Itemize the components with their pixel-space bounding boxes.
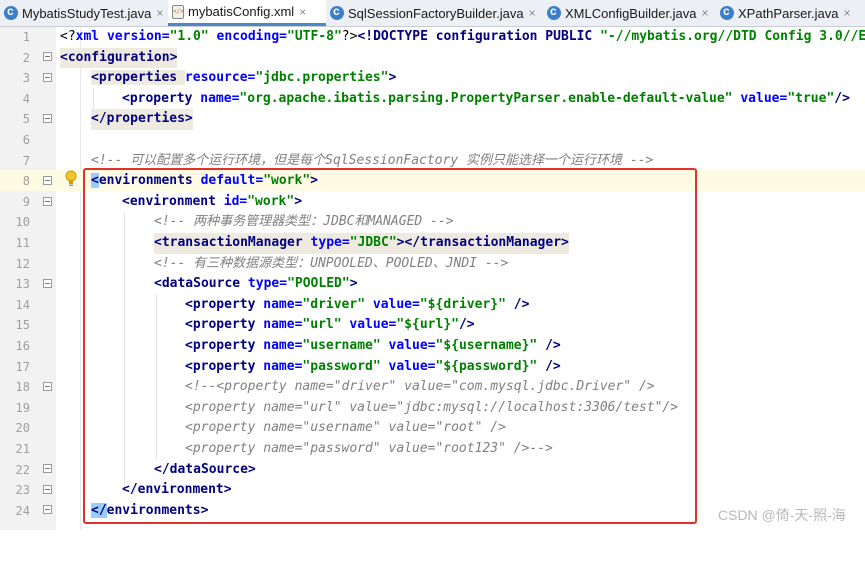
code-line-7: <!-- 可以配置多个运行环境，但是每个SqlSessionFactory 实例… xyxy=(91,152,654,168)
close-icon[interactable]: × xyxy=(299,5,306,19)
tab-xpath-parser[interactable]: XPathParser.java × xyxy=(716,0,865,26)
java-class-icon xyxy=(547,4,561,20)
code-line-5: </properties> xyxy=(0,109,865,130)
watermark: CSDN @倚-天-照-海 xyxy=(718,507,846,523)
xml-file-icon xyxy=(172,4,184,19)
code-line-20: <property name="username" value="root" /… xyxy=(185,420,506,436)
tab-mybatis-config[interactable]: mybatisConfig.xml × xyxy=(168,0,326,26)
code-line-8: <environments default="work"> xyxy=(91,173,318,189)
code-line-16: <property name="username" value="${usern… xyxy=(185,338,561,353)
code-line-14: <property name="driver" value="${driver}… xyxy=(185,296,530,312)
tab-label: XPathParser.java xyxy=(738,5,839,21)
code-line-12: <!-- 有三种数据源类型：UNPOOLED、POOLED、JNDI --> xyxy=(154,255,509,271)
code-line-4: <property name="org.apache.ibatis.parsin… xyxy=(122,90,850,106)
code-line-17: <property name="password" value="${passw… xyxy=(185,358,561,374)
code-line-22: </dataSource> xyxy=(154,461,256,477)
code-line-15: <property name="url" value="${url}"/> xyxy=(185,317,475,333)
code-line-10: <!-- 两种事务管理器类型：JDBC和MANAGED --> xyxy=(154,214,454,230)
tab-label: mybatisConfig.xml xyxy=(188,4,295,19)
code-line-1: <?xml version="1.0" encoding="UTF-8"?><!… xyxy=(60,29,865,44)
code-line-18: <!--<property name="driver" value="com.m… xyxy=(185,379,655,395)
code-line-2: <configuration> xyxy=(0,47,865,69)
editor-tab-bar: MybatisStudyTest.java × mybatisConfig.xm… xyxy=(0,0,865,27)
tab-mybatis-study-test[interactable]: MybatisStudyTest.java × xyxy=(0,0,168,26)
tab-xml-config-builder[interactable]: XMLConfigBuilder.java × xyxy=(543,0,716,26)
tab-label: MybatisStudyTest.java xyxy=(22,5,152,21)
close-icon[interactable]: × xyxy=(156,6,163,20)
code-line-11: <transactionManager type="JDBC"></transa… xyxy=(0,233,865,254)
tab-sql-session-factory-builder[interactable]: SqlSessionFactoryBuilder.java × xyxy=(326,0,543,26)
code-line-9: <environment id="work"> xyxy=(122,193,303,209)
close-icon[interactable]: × xyxy=(843,6,850,20)
close-icon[interactable]: × xyxy=(702,6,709,20)
java-class-icon xyxy=(330,4,344,20)
code-line-13: <dataSource type="POOLED"> xyxy=(154,276,358,292)
java-class-icon xyxy=(4,4,18,20)
tab-label: XMLConfigBuilder.java xyxy=(565,5,697,21)
close-icon[interactable]: × xyxy=(529,6,536,20)
java-class-icon xyxy=(720,4,734,20)
code-line-21: <property name="password" value="root123… xyxy=(185,441,553,456)
code-line-23: </environment> xyxy=(122,482,232,498)
tab-label: SqlSessionFactoryBuilder.java xyxy=(348,5,524,21)
code-line-19: <property name="url" value="jdbc:mysql:/… xyxy=(185,399,679,415)
code-line-3: <properties resource="jdbc.properties"> xyxy=(91,70,397,86)
